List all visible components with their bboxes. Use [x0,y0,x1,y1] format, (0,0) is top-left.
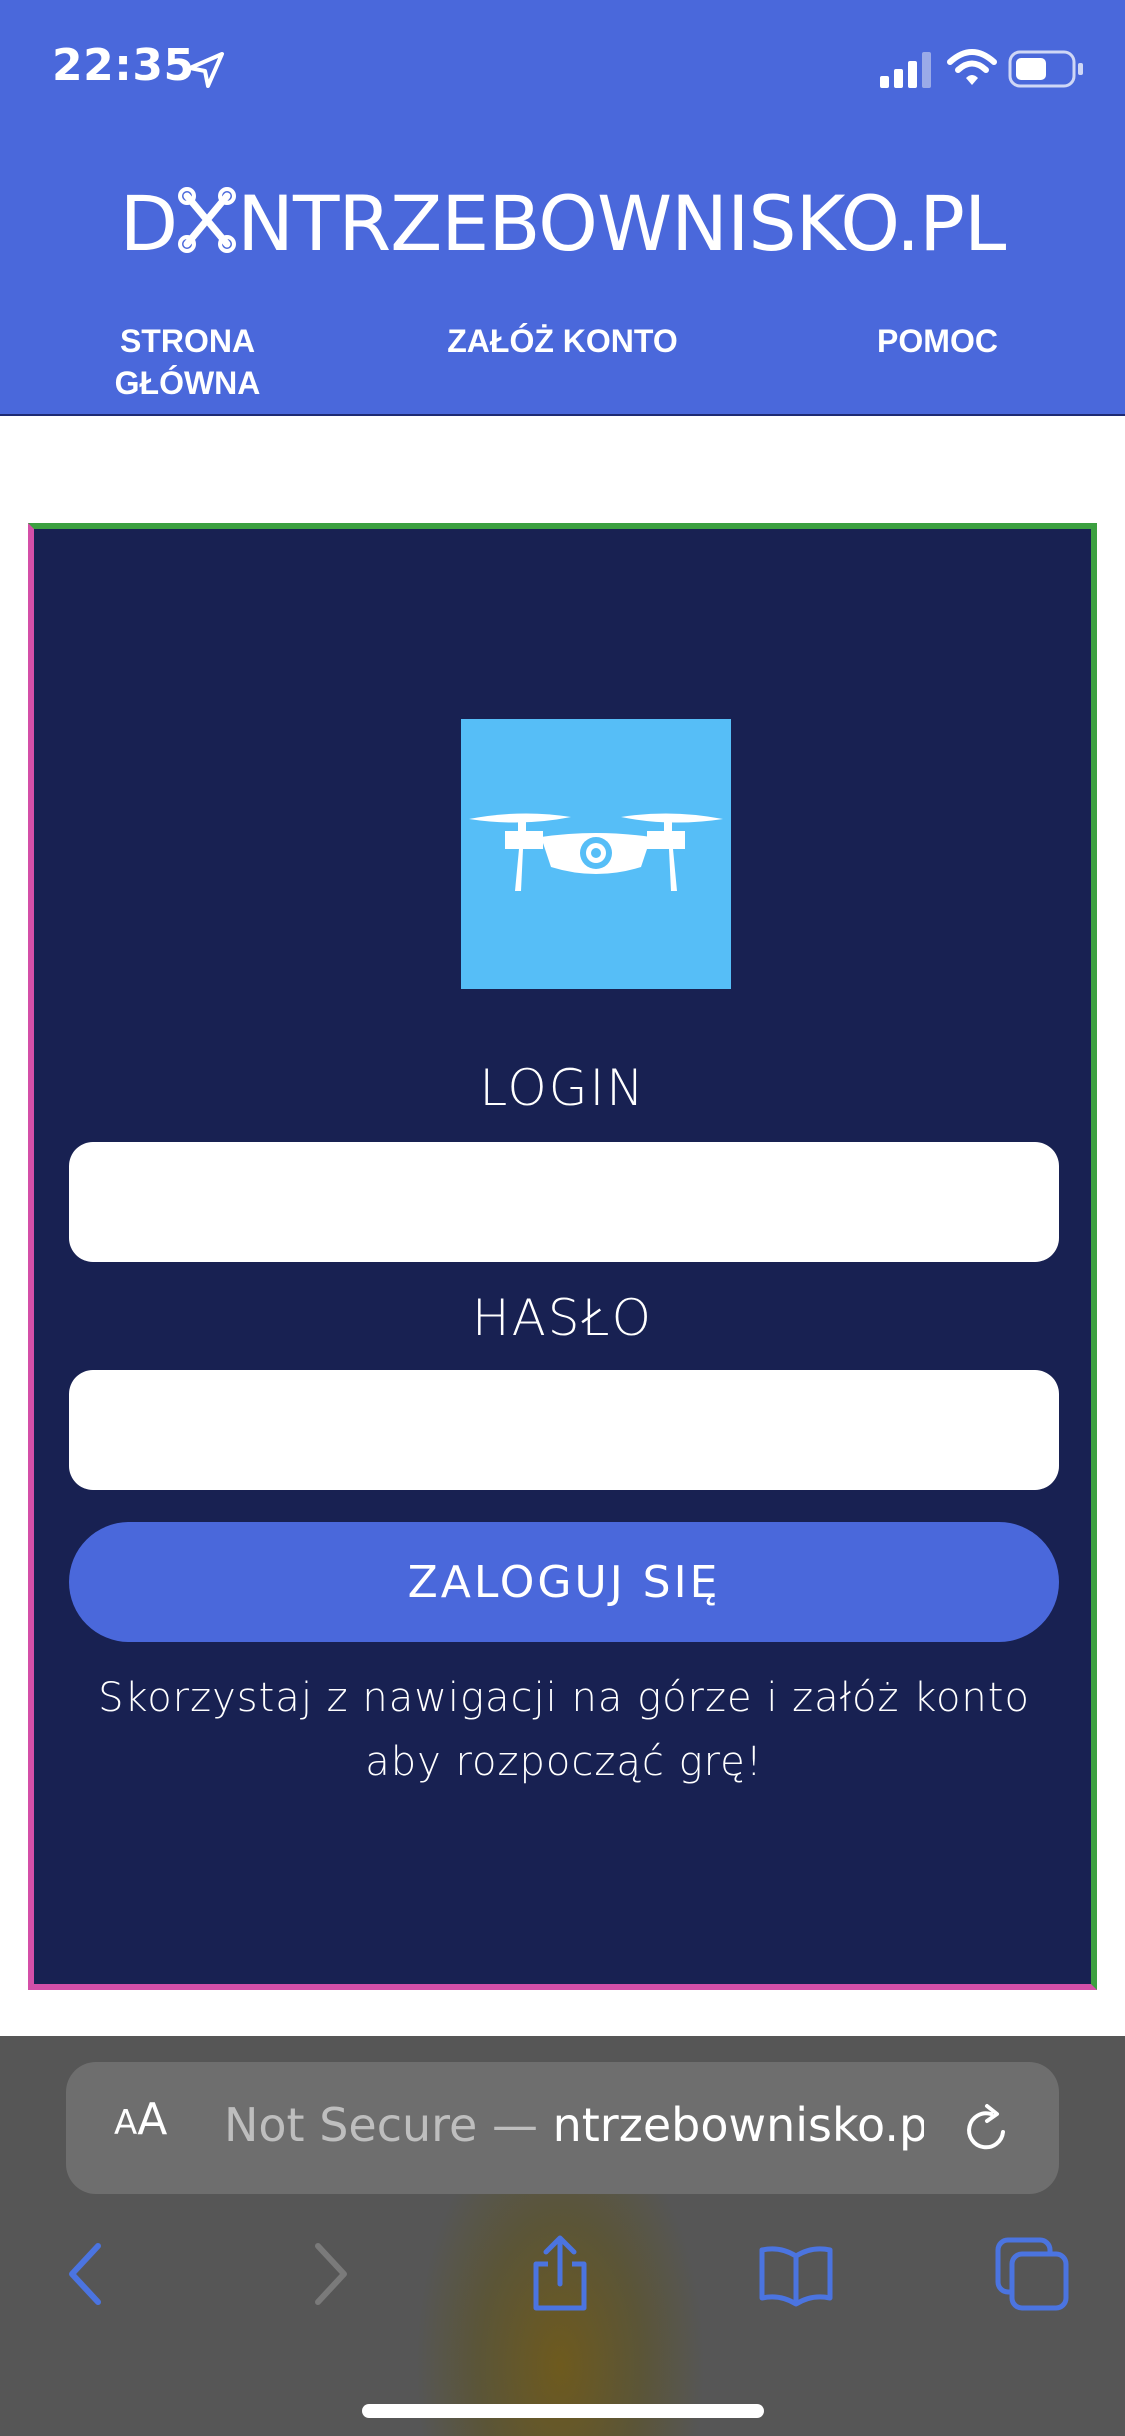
nav-help-link[interactable]: POMOC [840,320,1035,362]
nav-home-line2: GŁÓWNA [114,365,261,401]
back-icon[interactable] [48,2234,128,2314]
reader-options-button[interactable]: AA [114,2094,167,2145]
main-nav: STRONA GŁÓWNA ZAŁÓŻ KONTO POMOC [0,320,1125,410]
reload-icon[interactable] [959,2102,1015,2158]
browser-bottom-bar: AA Not Secure — ntrzebownisko.pl [0,2036,1125,2436]
logo-text-end: NTRZEBOWNISKO.PL [237,179,1006,268]
drone-logo-tile [461,719,731,989]
site-logo[interactable]: D NTRZEBOWNISKO.PL [0,176,1125,272]
location-arrow-icon [188,52,224,88]
login-submit-button[interactable]: ZALOGUJ SIĘ [69,1522,1059,1642]
nav-register-link[interactable]: ZAŁÓŻ KONTO [420,320,705,362]
nav-home-line1: STRONA [119,323,256,359]
tabs-icon[interactable] [992,2234,1072,2314]
drone-x-logo-icon [178,187,237,253]
signup-hint-text: Skorzystaj z nawigacji na górze i załóż … [98,1675,1030,1785]
share-icon[interactable] [520,2234,600,2314]
url-host: ntrzebownisko.pl [552,2098,924,2152]
url-display[interactable]: Not Secure — ntrzebownisko.pl [224,2098,924,2152]
wifi-icon [947,49,997,85]
aa-big-label: A [137,2094,168,2145]
bookmarks-icon[interactable] [756,2234,836,2314]
login-input[interactable] [69,1142,1059,1262]
aa-small-label: A [114,2103,138,2143]
status-time: 22:35 [52,40,195,91]
battery-icon [1008,50,1083,88]
login-card: LOGIN HASŁO ZALOGUJ SIĘ Skorzystaj z naw… [28,523,1097,1990]
address-bar[interactable]: AA Not Secure — ntrzebownisko.pl [66,2062,1059,2194]
home-indicator [362,2404,764,2418]
site-header: 22:35 D NTRZEBOWNISKO.PL STRONA GŁÓWNA Z… [0,0,1125,416]
password-input[interactable] [69,1370,1059,1490]
logo-text-start: D [119,179,179,268]
drone-icon [469,813,723,891]
url-security-label: Not Secure — [224,2098,553,2152]
forward-icon[interactable] [290,2234,370,2314]
status-bar: 22:35 [0,0,1125,140]
nav-home-link[interactable]: STRONA GŁÓWNA [100,320,275,404]
cellular-signal-icon [880,52,931,88]
login-label: LOGIN [479,1059,646,1117]
password-label: HASŁO [472,1289,653,1347]
